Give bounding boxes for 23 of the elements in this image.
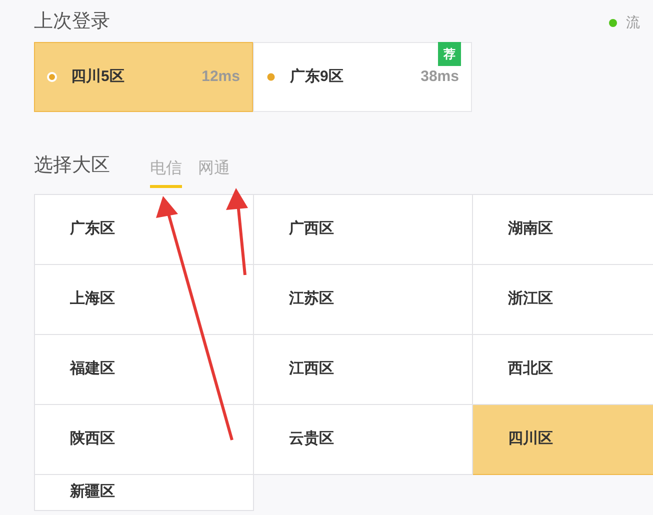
server-card[interactable]: 荐 广东9区 38ms — [253, 42, 472, 112]
section-title: 选择大区 — [34, 154, 110, 178]
server-card[interactable]: 四川5区 12ms — [34, 42, 253, 112]
region-option[interactable]: 福建区 — [35, 335, 254, 405]
section-title: 上次登录 — [34, 10, 110, 34]
region-option[interactable]: 广东区 — [35, 195, 254, 265]
server-name: 四川5区 — [71, 66, 124, 87]
region-option[interactable]: 广西区 — [254, 195, 473, 265]
region-option[interactable]: 陕西区 — [35, 405, 254, 475]
region-option[interactable]: 西北区 — [473, 335, 653, 405]
region-option[interactable]: 新疆区 — [35, 475, 254, 511]
ping-time: 12ms — [202, 66, 240, 87]
region-option[interactable]: 上海区 — [35, 265, 254, 335]
region-option[interactable]: 云贵区 — [254, 405, 473, 475]
region-option[interactable]: 江西区 — [254, 335, 473, 405]
status-label: 流 — [626, 13, 640, 32]
region-option[interactable]: 湖南区 — [473, 195, 653, 265]
ping-time: 38ms — [420, 66, 459, 87]
region-option[interactable]: 四川区 — [473, 405, 653, 475]
recommend-badge: 荐 — [438, 42, 461, 66]
region-option[interactable]: 江苏区 — [254, 265, 473, 335]
region-option[interactable]: 浙江区 — [473, 265, 653, 335]
server-name: 广东9区 — [290, 66, 344, 87]
